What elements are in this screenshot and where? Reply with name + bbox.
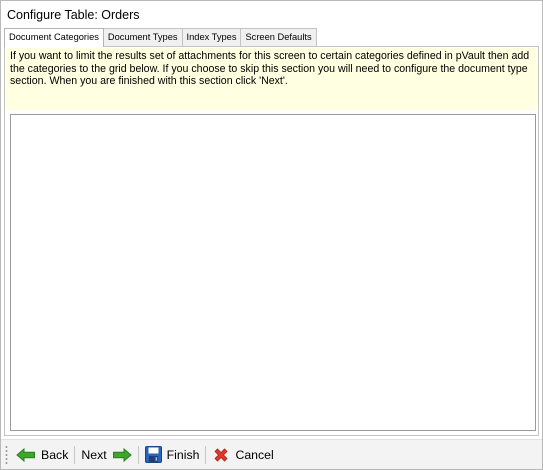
- back-button[interactable]: Back: [13, 444, 71, 466]
- toolbar-separator: [205, 445, 207, 464]
- finish-button[interactable]: Finish: [142, 444, 203, 466]
- cancel-button[interactable]: Cancel: [209, 444, 276, 466]
- next-button-label: Next: [81, 447, 107, 462]
- wizard-toolbar: Back Next Finish Cancel: [1, 440, 542, 469]
- configure-table-window: Configure Table: Orders Document Categor…: [0, 0, 543, 470]
- window-title: Configure Table: Orders: [7, 8, 140, 22]
- green-left-arrow-icon: [16, 447, 36, 462]
- floppy-disk-icon: [144, 446, 162, 463]
- finish-button-label: Finish: [166, 447, 200, 462]
- toolbar-separator: [137, 445, 139, 464]
- tab-document-categories[interactable]: Document Categories: [4, 28, 104, 47]
- tab-index-types[interactable]: Index Types: [181, 28, 242, 46]
- document-categories-panel: If you want to limit the results set of …: [4, 46, 539, 436]
- categories-grid[interactable]: [10, 114, 536, 431]
- tab-screen-defaults[interactable]: Screen Defaults: [240, 28, 317, 46]
- cancel-button-label: Cancel: [235, 447, 274, 462]
- red-x-icon: [212, 446, 230, 464]
- toolbar-separator: [74, 445, 76, 464]
- back-button-label: Back: [41, 447, 69, 462]
- next-button[interactable]: Next: [78, 444, 134, 466]
- instructions-text: If you want to limit the results set of …: [6, 48, 537, 110]
- tab-document-types[interactable]: Document Types: [102, 28, 183, 46]
- tab-strip: Document Categories Document Types Index…: [4, 28, 317, 47]
- green-right-arrow-icon: [112, 447, 132, 462]
- toolbar-grip-handle[interactable]: [5, 445, 8, 464]
